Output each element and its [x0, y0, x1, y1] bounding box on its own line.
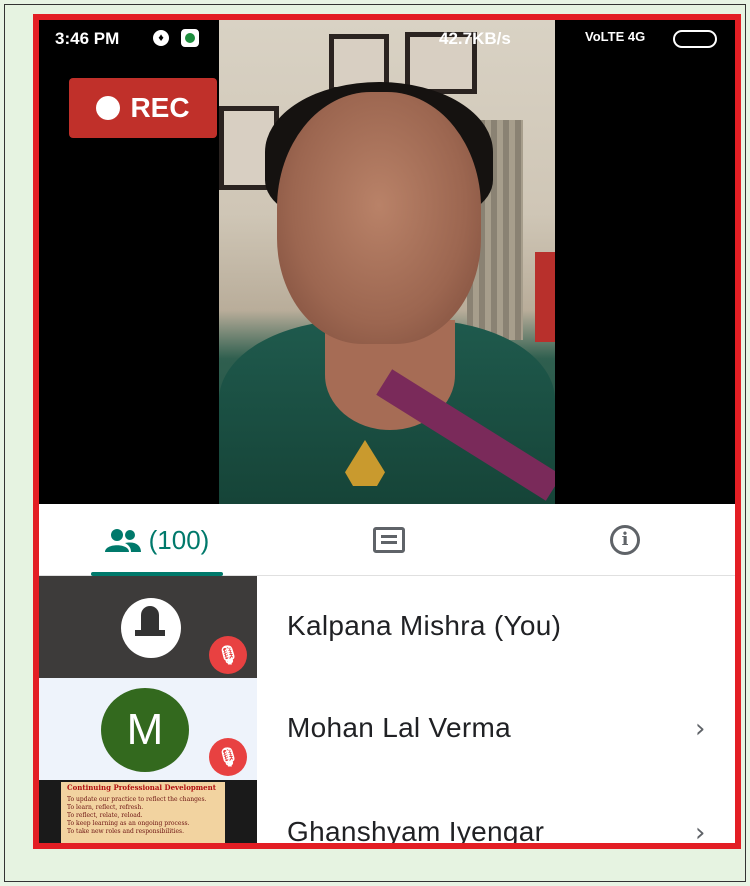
participant-video-feed	[219, 20, 555, 504]
participant-name: Mohan Lal Verma	[287, 712, 511, 743]
participant-name: Ghanshyam Iyengar	[287, 816, 545, 847]
shield-icon: ♦	[153, 30, 169, 46]
participant-row[interactable]: 🎙︎ Kalpana Mishra (You)	[39, 576, 735, 678]
slide-line: To take new roles and responsibilities.	[67, 828, 184, 835]
people-count: (100)	[148, 524, 210, 555]
bell-icon	[121, 598, 181, 658]
meet-app-icon	[181, 29, 199, 47]
recording-label: REC	[130, 92, 190, 123]
tab-people[interactable]: (100)	[85, 504, 229, 576]
participant-thumbnail: Continuing Professional Development To u…	[39, 780, 257, 843]
signal-icon: VoLTE 4G	[585, 29, 646, 44]
tab-bar: (100) i	[39, 504, 735, 576]
network-speed: 42.7KB/s	[439, 29, 511, 48]
people-icon	[104, 529, 141, 552]
record-dot-icon	[96, 96, 121, 120]
participant-name: Kalpana Mishra (You)	[287, 610, 562, 641]
mic-off-icon: 🎙︎	[209, 738, 247, 776]
chevron-right-icon[interactable]: ›	[695, 818, 705, 843]
slide-line: To update our practice to reflect the ch…	[67, 796, 207, 803]
slide-title: Continuing Professional Development	[67, 783, 216, 792]
participant-thumbnail: M 🎙︎	[39, 678, 257, 780]
info-icon: i	[610, 525, 640, 555]
phone-screen: 3:46 PM ♦ 42.7KB/s VoLTE 4G 38 REC (100)	[33, 14, 741, 849]
chat-icon	[373, 527, 405, 553]
recording-badge: REC	[69, 78, 217, 138]
participant-row[interactable]: Continuing Professional Development To u…	[39, 780, 735, 847]
slide-line: To learn, reflect, refresh.	[67, 804, 144, 811]
slide-line: To reflect, relate, reload.	[67, 812, 143, 819]
chevron-right-icon[interactable]: ›	[695, 714, 705, 744]
participant-row[interactable]: M 🎙︎ Mohan Lal Verma ›	[39, 678, 735, 780]
battery-icon: 38	[673, 30, 717, 48]
status-bar: 3:46 PM ♦ 42.7KB/s VoLTE 4G 38	[39, 20, 735, 54]
person-face	[277, 92, 481, 344]
shared-slide: Continuing Professional Development To u…	[61, 782, 225, 843]
mic-off-icon: 🎙︎	[209, 636, 247, 674]
avatar: M	[101, 688, 189, 772]
tab-chat[interactable]	[359, 504, 419, 576]
background-cloth	[535, 252, 555, 342]
status-time: 3:46 PM	[55, 29, 120, 48]
tab-info[interactable]: i	[595, 504, 655, 576]
video-area[interactable]: 3:46 PM ♦ 42.7KB/s VoLTE 4G 38 REC	[39, 20, 735, 504]
participant-list: 🎙︎ Kalpana Mishra (You) M 🎙︎ Mohan Lal V…	[39, 576, 735, 847]
slide-line: To keep learning as an ongoing process.	[67, 820, 190, 827]
participant-thumbnail: 🎙︎	[39, 576, 257, 678]
